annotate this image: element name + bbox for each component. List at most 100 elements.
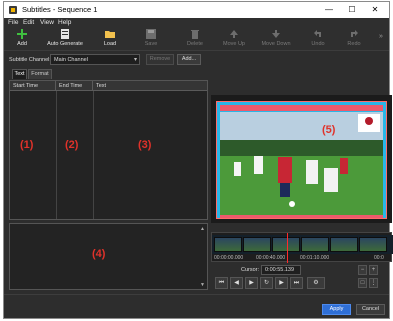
apply-button[interactable]: Apply: [322, 304, 351, 315]
move-up-label: Move Up: [222, 41, 245, 47]
column-text[interactable]: Text: [93, 81, 207, 91]
timeline-thumbnail: [272, 237, 300, 252]
auto-generate-label: Auto Generate: [47, 41, 83, 47]
close-button[interactable]: ✕: [364, 3, 386, 16]
move-up-button[interactable]: Move Up: [219, 29, 249, 49]
channel-select[interactable]: Main Channel ▾: [50, 54, 140, 65]
timecode-label: 00:0: [374, 255, 384, 261]
app-icon: [9, 6, 17, 14]
add-button[interactable]: Add: [10, 29, 34, 49]
footer-divider: [4, 294, 389, 295]
timeline-thumbnail: [301, 237, 329, 252]
timecode-ruler: 00:00:00.000 00:00:40.000 00:01:10.000 0…: [212, 255, 393, 262]
cursor-label: Cursor:: [241, 267, 260, 273]
remove-channel-button[interactable]: Remove: [146, 54, 174, 65]
thumbnail-strip: [212, 235, 393, 254]
fit-view-icon[interactable]: □: [358, 278, 367, 288]
preview-band-bottom: [220, 215, 383, 218]
undo-button[interactable]: Undo: [308, 29, 328, 49]
callout-editor: (4): [92, 248, 106, 260]
timeline[interactable]: 00:00:00.000 00:00:40.000 00:01:10.000 0…: [211, 232, 393, 263]
maximize-button[interactable]: ☐: [341, 3, 363, 16]
zoom-in-icon[interactable]: +: [369, 265, 378, 275]
undo-label: Undo: [311, 41, 325, 47]
save-button[interactable]: Save: [138, 29, 164, 49]
save-label: Save: [144, 41, 158, 47]
redo-button[interactable]: Redo: [344, 29, 364, 49]
column-end-time[interactable]: End Time: [56, 81, 93, 91]
delete-icon: [191, 30, 199, 39]
timecode-label: 00:01:10.000: [300, 255, 330, 261]
timeline-thumbnail: [214, 237, 242, 252]
scroll-up-icon[interactable]: ▲: [200, 226, 205, 232]
plus-icon: [17, 29, 27, 39]
subtitle-table[interactable]: Start Time End Time Text (1) (2) (3): [9, 80, 208, 220]
zoom-out-icon[interactable]: −: [358, 265, 367, 275]
timeline-thumbnail: [330, 237, 358, 252]
title-bar: Subtitles - Sequence 1 — ☐ ✕: [4, 2, 389, 18]
move-down-icon: [272, 30, 280, 38]
playback-options-icon[interactable]: ⚙: [307, 277, 325, 289]
tab-text[interactable]: Text: [12, 69, 27, 79]
subtitles-window: Subtitles - Sequence 1 — ☐ ✕ File Edit V…: [3, 1, 393, 319]
preview-band-top: [220, 105, 383, 111]
move-up-icon: [230, 30, 238, 38]
channel-row: Subtitle Channel: Main Channel ▾ Remove …: [4, 52, 389, 66]
add-channel-button[interactable]: Add...: [177, 54, 201, 65]
tab-format[interactable]: Format: [28, 69, 52, 79]
callout-end-time: (2): [65, 139, 79, 151]
menu-edit[interactable]: Edit: [23, 19, 34, 26]
cursor-input[interactable]: 0:00:55.139: [261, 265, 301, 275]
redo-icon: [351, 30, 358, 37]
move-down-button[interactable]: Move Down: [257, 29, 295, 49]
column-divider: [56, 91, 57, 219]
settings-icon[interactable]: ⋮: [369, 278, 378, 288]
timeline-thumbnail: [243, 237, 271, 252]
minimize-button[interactable]: —: [318, 3, 340, 16]
channel-selected: Main Channel: [54, 57, 88, 63]
auto-generate-icon: [61, 29, 69, 39]
preview-panel: (5): [211, 95, 392, 223]
subtitle-text-editor[interactable]: ▲ (4) ▼: [9, 223, 208, 290]
playhead[interactable]: [287, 233, 288, 263]
save-icon: [146, 29, 156, 39]
window-title: Subtitles - Sequence 1: [22, 5, 98, 14]
play-icon[interactable]: ▶: [245, 277, 258, 289]
cursor-row: Cursor: 0:00:55.139 − +: [211, 265, 392, 276]
column-start-time[interactable]: Start Time: [10, 81, 56, 91]
add-label: Add: [17, 41, 27, 47]
overflow-chevron-icon: »: [379, 33, 383, 40]
column-divider: [93, 91, 94, 219]
load-button[interactable]: Load: [98, 29, 122, 49]
go-to-start-icon[interactable]: ⏮: [215, 277, 228, 289]
load-label: Load: [103, 41, 117, 47]
video-frame: (5): [220, 112, 383, 215]
scroll-down-icon[interactable]: ▼: [200, 282, 205, 288]
delete-button[interactable]: Delete: [182, 29, 208, 49]
transport-controls: ⏮ ◀ ▶ ↻ ▶ ⏭ ⚙ □ ⋮: [211, 277, 392, 290]
menu-view[interactable]: View: [40, 19, 54, 26]
callout-text: (3): [138, 139, 152, 151]
timecode-label: 00:00:40.000: [256, 255, 286, 261]
callout-preview: (5): [322, 124, 336, 136]
menu-bar: File Edit View Help: [4, 18, 389, 27]
loop-icon[interactable]: ↻: [260, 277, 273, 289]
menu-file[interactable]: File: [8, 19, 18, 26]
timeline-thumbnail: [359, 237, 387, 252]
step-back-icon[interactable]: ◀: [230, 277, 243, 289]
cancel-button[interactable]: Cancel: [356, 304, 385, 315]
timecode-label: 00:00:00.000: [214, 255, 244, 261]
soccer-scene-image: [220, 112, 383, 215]
callout-start-time: (1): [20, 139, 34, 151]
auto-generate-button[interactable]: Auto Generate: [46, 29, 84, 49]
toolbar-overflow[interactable]: »: [376, 29, 386, 49]
go-to-end-icon[interactable]: ⏭: [290, 277, 303, 289]
menu-help[interactable]: Help: [58, 19, 71, 26]
move-down-label: Move Down: [261, 41, 291, 47]
folder-icon: [105, 31, 115, 38]
video-preview[interactable]: (5): [216, 101, 387, 219]
delete-label: Delete: [187, 41, 203, 47]
step-forward-icon[interactable]: ▶: [275, 277, 288, 289]
chevron-down-icon: ▾: [133, 57, 137, 63]
toolbar: Add Auto Generate Load Save Delete Move …: [4, 27, 389, 51]
